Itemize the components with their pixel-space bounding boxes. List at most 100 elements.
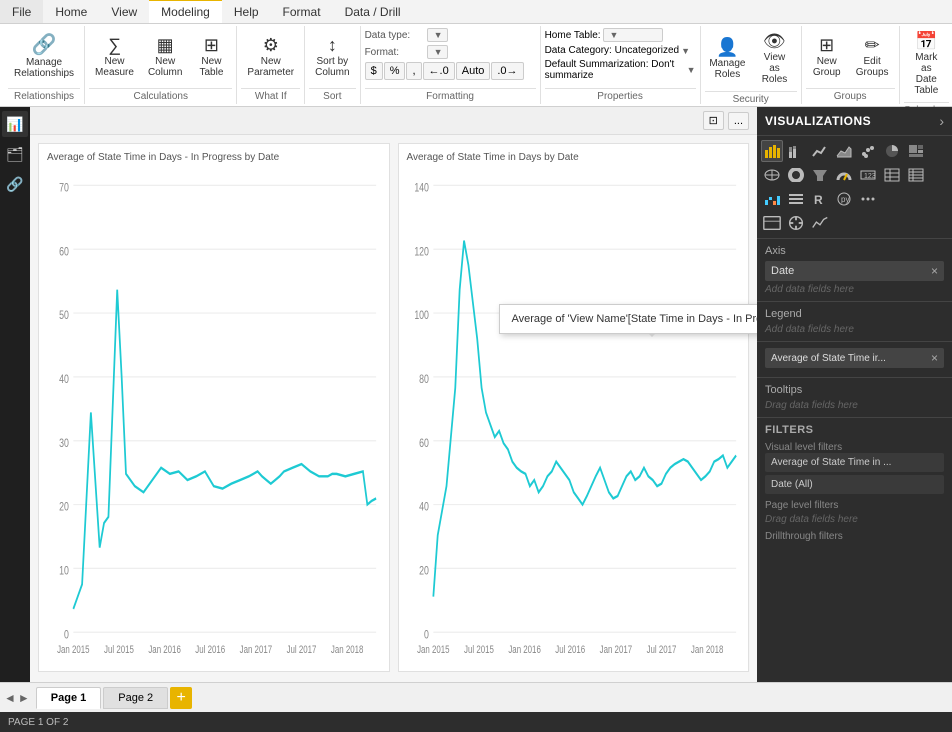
vis-icon-line[interactable] <box>809 140 831 162</box>
vis-icon-format[interactable] <box>785 212 807 234</box>
group-what-if: ⚙ NewParameter What If <box>237 26 305 104</box>
vis-icon-matrix[interactable] <box>905 164 927 186</box>
axis-remove-button[interactable]: × <box>931 264 938 278</box>
svg-text:Jul 2015: Jul 2015 <box>464 644 494 657</box>
svg-text:40: 40 <box>59 373 69 387</box>
mark-date-table-button[interactable]: 📅 Mark asDate Table <box>904 28 950 100</box>
vis-icon-treemap[interactable] <box>905 140 927 162</box>
vis-icon-pie[interactable] <box>881 140 903 162</box>
increase-decimal-button[interactable]: .0→ <box>491 62 523 80</box>
vis-icon-map[interactable] <box>761 164 783 186</box>
group-security: 👤 ManageRoles 👁 View asRoles Security <box>701 26 802 104</box>
right-chart-container[interactable]: Average of State Time in Days by Date Av… <box>398 143 750 672</box>
mark-date-icon: 📅 <box>915 32 937 50</box>
new-measure-button[interactable]: ∑ NewMeasure <box>89 32 140 82</box>
page-1-tab[interactable]: Page 1 <box>36 687 101 709</box>
comma-format-button[interactable]: , <box>406 62 421 80</box>
view-as-roles-button[interactable]: 👁 View asRoles <box>752 28 796 89</box>
vis-icon-python[interactable]: py <box>833 188 855 210</box>
vis-icon-bar[interactable] <box>761 140 783 162</box>
vis-icon-fields-wells[interactable] <box>761 212 783 234</box>
sidebar-model-icon[interactable]: 🔗 <box>2 171 28 197</box>
sidebar-report-icon[interactable]: 📊 <box>2 111 28 137</box>
dollar-format-button[interactable]: $ <box>365 62 383 80</box>
svg-text:Jan 2016: Jan 2016 <box>148 644 180 657</box>
new-column-button[interactable]: ▦ NewColumn <box>142 32 188 82</box>
vis-icons-container: 123 R p <box>757 136 952 239</box>
left-chart-area: 70 60 50 40 30 20 10 0 <box>47 167 381 658</box>
axis-field-badge[interactable]: Date × <box>765 261 944 281</box>
sort-by-column-button[interactable]: ↕ Sort byColumn <box>309 32 355 82</box>
home-table-dropdown[interactable]: ▼ <box>603 28 663 42</box>
new-group-button[interactable]: ⊞ NewGroup <box>806 32 848 82</box>
filter-item-date[interactable]: Date (All) <box>765 475 944 494</box>
values-remove-button[interactable]: × <box>931 351 938 365</box>
group-formatting: Data type: ▼ Format: ▼ $ % , <box>361 26 541 104</box>
manage-relationships-button[interactable]: 🔗 ManageRelationships <box>8 31 80 83</box>
svg-text:Jul 2015: Jul 2015 <box>104 644 134 657</box>
tab-view[interactable]: View <box>99 0 149 23</box>
left-chart-container[interactable]: Average of State Time in Days - In Progr… <box>38 143 390 672</box>
visual-level-label: Visual level filters <box>765 442 944 453</box>
legend-section: Legend Add data fields here <box>757 302 952 342</box>
tooltips-placeholder: Drag data fields here <box>765 400 944 411</box>
more-options-button[interactable]: ... <box>728 112 749 130</box>
new-parameter-button[interactable]: ⚙ NewParameter <box>241 32 300 82</box>
vis-icon-scatter[interactable] <box>857 140 879 162</box>
vis-icon-stacked-bar[interactable] <box>785 140 807 162</box>
axis-section: Axis Date × Add data fields here <box>757 239 952 302</box>
nav-left-button[interactable]: ◄ <box>4 691 16 705</box>
vis-panel-title: VISUALIZATIONS <box>765 114 871 128</box>
svg-text:Jan 2017: Jan 2017 <box>599 644 631 657</box>
tab-file[interactable]: File <box>0 0 43 23</box>
vis-icon-table-visual[interactable] <box>881 164 903 186</box>
svg-text:60: 60 <box>419 437 429 451</box>
filter-date-label: Date <box>771 479 792 490</box>
new-table-button[interactable]: ⊞ NewTable <box>190 32 232 82</box>
values-field-label: Average of State Time ir... <box>771 353 886 364</box>
tab-modeling[interactable]: Modeling <box>149 0 222 23</box>
percent-format-button[interactable]: % <box>384 62 406 80</box>
svg-text:100: 100 <box>414 309 429 323</box>
bottom-area: ◄ ► Page 1 Page 2 + PAGE 1 OF 2 <box>0 682 952 732</box>
values-field-badge[interactable]: Average of State Time ir... × <box>765 348 944 368</box>
vis-icon-analytics[interactable] <box>809 212 831 234</box>
svg-text:0: 0 <box>424 628 429 642</box>
page-2-tab[interactable]: Page 2 <box>103 687 168 709</box>
sidebar-data-icon[interactable]: 🗂 <box>2 141 28 167</box>
tab-data-drill[interactable]: Data / Drill <box>333 0 413 23</box>
format-dropdown[interactable]: ▼ <box>427 45 448 59</box>
svg-text:Jan 2015: Jan 2015 <box>57 644 89 657</box>
vis-icon-slicer[interactable] <box>785 188 807 210</box>
vis-icon-funnel[interactable] <box>809 164 831 186</box>
tab-help[interactable]: Help <box>222 0 271 23</box>
filter-item-1[interactable]: Average of State Time in ... <box>765 453 944 472</box>
vis-icon-gauge[interactable] <box>833 164 855 186</box>
group-calculations: ∑ NewMeasure ▦ NewColumn ⊞ NewTable Calc… <box>85 26 237 104</box>
data-type-dropdown[interactable]: ▼ <box>427 28 448 42</box>
group-groups: ⊞ NewGroup ✏ EditGroups Groups <box>802 26 900 104</box>
nav-right-button[interactable]: ► <box>18 691 30 705</box>
vis-icon-r-visual[interactable]: R <box>809 188 831 210</box>
vis-panel-expand-button[interactable]: › <box>939 113 944 129</box>
decrease-decimal-button[interactable]: ←.0 <box>423 62 455 80</box>
right-chart-svg: 140 120 100 80 60 40 20 0 <box>407 167 741 658</box>
nav-arrows: ◄ ► <box>4 691 30 705</box>
right-chart-title: Average of State Time in Days by Date <box>407 152 741 163</box>
edit-groups-button[interactable]: ✏ EditGroups <box>850 32 895 82</box>
vis-icon-card[interactable]: 123 <box>857 164 879 186</box>
vis-icon-more[interactable] <box>857 188 879 210</box>
fit-page-button[interactable]: ⊡ <box>703 111 724 130</box>
group-properties: Home Table: ▼ Data Category: Uncategoriz… <box>541 26 701 104</box>
vis-icon-area[interactable] <box>833 140 855 162</box>
tab-home[interactable]: Home <box>43 0 99 23</box>
tab-format[interactable]: Format <box>271 0 333 23</box>
vis-icon-donut[interactable] <box>785 164 807 186</box>
manage-roles-button[interactable]: 👤 ManageRoles <box>705 34 751 84</box>
vis-icon-waterfall[interactable] <box>761 188 783 210</box>
add-page-button[interactable]: + <box>170 687 192 709</box>
left-chart-svg: 70 60 50 40 30 20 10 0 <box>47 167 381 658</box>
svg-text:Jan 2015: Jan 2015 <box>417 644 449 657</box>
auto-format-button[interactable]: Auto <box>456 62 491 80</box>
svg-text:Jan 2017: Jan 2017 <box>240 644 272 657</box>
